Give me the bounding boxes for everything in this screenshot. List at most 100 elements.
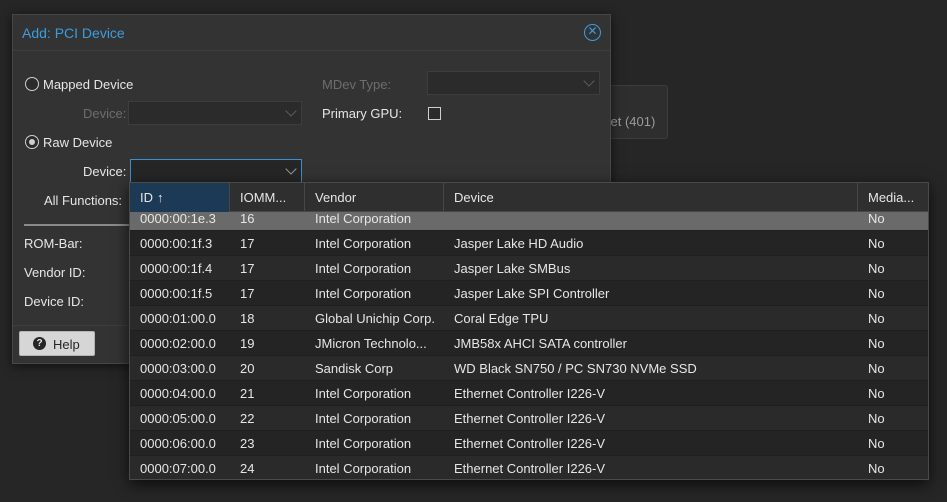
cell-iommu: 17 bbox=[240, 261, 255, 276]
cell-device: Jasper Lake SPI Controller bbox=[454, 286, 610, 301]
cell-device: JMB58x AHCI SATA controller bbox=[454, 336, 627, 351]
cell-id: 0000:01:00.0 bbox=[140, 311, 216, 326]
cell-id: 0000:00:1f.3 bbox=[140, 236, 213, 251]
chevron-down-icon bbox=[285, 163, 297, 175]
cell-iommu: 20 bbox=[240, 361, 255, 376]
raw-device-field-label: Device: bbox=[83, 164, 127, 179]
table-row[interactable]: 0000:03:00.0 20 Sandisk Corp WD Black SN… bbox=[130, 356, 928, 381]
cell-vendor: Intel Corporation bbox=[315, 386, 412, 401]
cell-iommu: 18 bbox=[240, 311, 255, 326]
cell-iommu: 17 bbox=[240, 236, 255, 251]
dialog-title: Add: PCI Device bbox=[22, 25, 125, 41]
primary-gpu-checkbox[interactable] bbox=[428, 107, 441, 120]
background-panel-text: cet (401) bbox=[604, 114, 656, 129]
cell-device bbox=[444, 212, 858, 231]
cell-iommu: 16 bbox=[240, 212, 255, 226]
column-header-id[interactable]: ID ↑ bbox=[130, 183, 230, 212]
question-circle-icon: ? bbox=[33, 337, 46, 350]
raw-device-select[interactable] bbox=[130, 159, 302, 183]
help-button-label: Help bbox=[53, 337, 80, 352]
help-button[interactable]: ? Help bbox=[19, 331, 95, 356]
cell-mediated: No bbox=[868, 411, 885, 426]
close-icon: ✕ bbox=[587, 24, 598, 38]
cell-id: 0000:07:00.0 bbox=[140, 461, 216, 476]
cell-vendor: Intel Corporation bbox=[315, 212, 412, 226]
rom-bar-label: ROM-Bar: bbox=[24, 236, 83, 251]
cell-mediated: No bbox=[868, 286, 885, 301]
cell-iommu: 24 bbox=[240, 461, 255, 476]
vendor-id-label: Vendor ID: bbox=[24, 265, 86, 280]
cell-vendor: Intel Corporation bbox=[315, 261, 412, 276]
cell-id: 0000:00:1f.5 bbox=[140, 286, 213, 301]
cell-iommu: 23 bbox=[240, 436, 255, 451]
cell-id: 0000:00:1f.4 bbox=[140, 261, 213, 276]
cell-device: Ethernet Controller I226-V bbox=[454, 386, 606, 401]
column-header-iommu[interactable]: IOMM... bbox=[230, 183, 305, 212]
table-row[interactable]: 0000:05:00.0 22 Intel Corporation Ethern… bbox=[130, 406, 928, 431]
table-row[interactable]: 0000:06:00.0 23 Intel Corporation Ethern… bbox=[130, 431, 928, 456]
cell-device: Jasper Lake SMBus bbox=[454, 261, 571, 276]
mapped-device-label[interactable]: Mapped Device bbox=[43, 77, 133, 92]
cell-mediated: No bbox=[868, 461, 885, 476]
table-row[interactable]: 0000:07:00.0 24 Intel Corporation Ethern… bbox=[130, 456, 928, 479]
grid-header: ID ↑ IOMM... Vendor Device Media... bbox=[130, 183, 928, 212]
cell-iommu: 17 bbox=[240, 286, 255, 301]
cell-mediated: No bbox=[868, 236, 885, 251]
table-row[interactable]: 0000:00:1f.4 17 Intel Corporation Jasper… bbox=[130, 256, 928, 281]
column-header-vendor[interactable]: Vendor bbox=[305, 183, 444, 212]
advanced-separator bbox=[24, 224, 142, 226]
column-header-mediated[interactable]: Media... bbox=[858, 183, 928, 212]
sort-ascending-icon: ↑ bbox=[157, 190, 164, 205]
cell-mediated: No bbox=[868, 436, 885, 451]
mdev-type-label: MDev Type: bbox=[322, 77, 392, 92]
cell-mediated: No bbox=[868, 336, 885, 351]
column-header-device[interactable]: Device bbox=[444, 183, 858, 212]
column-header-device-label: Device bbox=[454, 190, 494, 205]
mdev-type-select[interactable] bbox=[427, 71, 600, 95]
grid-rows: 0000:00:1e.3 16 Intel Corporation No 000… bbox=[130, 212, 928, 479]
cell-mediated: No bbox=[868, 212, 885, 226]
cell-vendor: Intel Corporation bbox=[315, 436, 412, 451]
cell-vendor: Intel Corporation bbox=[315, 461, 412, 476]
table-row[interactable]: 0000:00:1f.3 17 Intel Corporation Jasper… bbox=[130, 231, 928, 256]
cell-vendor: Intel Corporation bbox=[315, 236, 412, 251]
cell-vendor: Intel Corporation bbox=[315, 411, 412, 426]
cell-vendor: Global Unichip Corp. bbox=[315, 311, 435, 326]
cell-vendor: Sandisk Corp bbox=[315, 361, 394, 376]
device-picker-grid[interactable]: ID ↑ IOMM... Vendor Device Media... 0000:… bbox=[129, 182, 929, 480]
column-header-vendor-label: Vendor bbox=[315, 190, 357, 205]
column-header-id-label: ID bbox=[140, 190, 153, 205]
table-row[interactable]: 0000:00:1f.5 17 Intel Corporation Jasper… bbox=[130, 281, 928, 306]
cell-id: 0000:02:00.0 bbox=[140, 336, 216, 351]
table-row[interactable]: 0000:04:00.0 21 Intel Corporation Ethern… bbox=[130, 381, 928, 406]
column-header-iommu-label: IOMM... bbox=[240, 190, 287, 205]
raw-device-radio[interactable] bbox=[25, 135, 39, 149]
cell-id: 0000:06:00.0 bbox=[140, 436, 216, 451]
cell-vendor: JMicron Technolo... bbox=[315, 336, 427, 351]
close-button[interactable]: ✕ bbox=[584, 24, 601, 41]
cell-id: 0000:04:00.0 bbox=[140, 386, 216, 401]
cell-mediated: No bbox=[868, 361, 885, 376]
dialog-header: Add: PCI Device ✕ bbox=[13, 15, 610, 51]
cell-mediated: No bbox=[868, 311, 885, 326]
cell-device: Coral Edge TPU bbox=[454, 311, 549, 326]
mapped-device-field-label: Device: bbox=[83, 106, 127, 121]
chevron-down-icon bbox=[583, 75, 595, 87]
table-row[interactable]: 0000:00:1e.3 16 Intel Corporation No bbox=[130, 212, 928, 231]
cell-device: Ethernet Controller I226-V bbox=[454, 411, 606, 426]
mapped-device-select[interactable] bbox=[128, 101, 302, 125]
table-row[interactable]: 0000:02:00.0 19 JMicron Technolo... JMB5… bbox=[130, 331, 928, 356]
chevron-down-icon bbox=[285, 105, 297, 117]
table-row[interactable]: 0000:01:00.0 18 Global Unichip Corp. Cor… bbox=[130, 306, 928, 331]
device-id-label: Device ID: bbox=[24, 294, 84, 309]
cell-id: 0000:00:1e.3 bbox=[140, 212, 216, 226]
raw-device-label[interactable]: Raw Device bbox=[43, 135, 112, 150]
cell-iommu: 21 bbox=[240, 386, 255, 401]
mapped-device-radio[interactable] bbox=[25, 77, 39, 91]
cell-device: Jasper Lake HD Audio bbox=[454, 236, 584, 251]
cell-id: 0000:03:00.0 bbox=[140, 361, 216, 376]
primary-gpu-label: Primary GPU: bbox=[322, 106, 403, 121]
cell-iommu: 19 bbox=[240, 336, 255, 351]
cell-iommu: 22 bbox=[240, 411, 255, 426]
cell-mediated: No bbox=[868, 261, 885, 276]
